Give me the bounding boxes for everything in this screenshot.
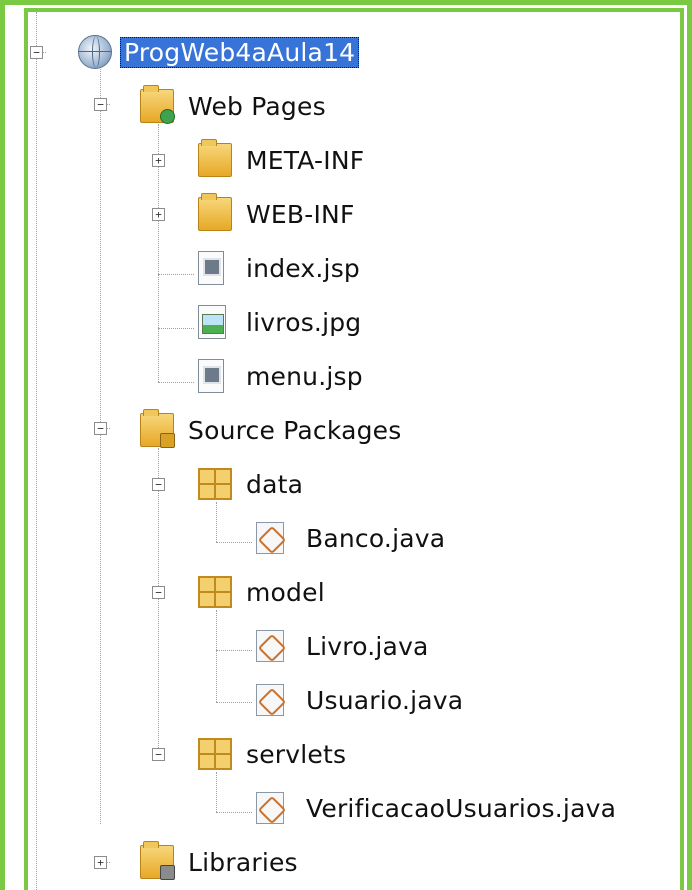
tree-node-menu-jsp[interactable]: menu.jsp [198, 356, 363, 396]
globe-badge-icon [160, 109, 175, 124]
tree-node-label: model [246, 577, 325, 607]
tree-node-label: VerificacaoUsuarios.java [306, 793, 617, 823]
tree-node-livro-java[interactable]: Livro.java [256, 626, 429, 666]
tree-guide-model [216, 610, 217, 702]
tree-connector [158, 328, 194, 329]
tree-node-label: servlets [246, 739, 347, 769]
jsp-file-icon [198, 251, 224, 285]
tree-node-usuario-java[interactable]: Usuario.java [256, 680, 463, 720]
tree-connector [216, 702, 252, 703]
tree-guide-data [216, 502, 217, 542]
tree-connector [158, 274, 194, 275]
tree-node-label: livros.jpg [246, 307, 362, 337]
tree-guide-root [36, 12, 37, 890]
jsp-file-icon [198, 359, 224, 393]
folder-icon [198, 139, 232, 177]
tree-node-web-inf[interactable]: WEB-INF [198, 193, 355, 234]
tree-node-source-packages[interactable]: Source Packages [140, 409, 402, 450]
package-icon [198, 468, 232, 500]
tree-node-label: ProgWeb4aAula14 [120, 36, 360, 68]
web-folder-icon [140, 85, 175, 124]
tree-node-label: Libraries [188, 847, 298, 877]
tree-guide-servlets [216, 772, 217, 812]
collapse-toggle[interactable]: − [152, 478, 165, 491]
tree-node-label: menu.jsp [246, 361, 363, 391]
package-icon [198, 576, 232, 608]
tree-connector [158, 382, 194, 383]
tree-node-label: Web Pages [188, 91, 326, 121]
library-folder-icon [140, 841, 175, 880]
expand-toggle[interactable]: + [152, 154, 165, 167]
tree-node-label: Livro.java [306, 631, 429, 661]
tree-node-label: Banco.java [306, 523, 446, 553]
jar-badge-icon [160, 865, 175, 880]
tree-node-label: index.jsp [246, 253, 360, 283]
tree-node-label: Usuario.java [306, 685, 464, 715]
tree-node-libraries[interactable]: Libraries [140, 841, 298, 882]
package-icon [198, 738, 232, 770]
project-tree: − ProgWeb4aAula14 − Web Pages + META-INF… [24, 8, 684, 890]
image-file-icon [198, 305, 226, 339]
folder-icon [198, 193, 232, 231]
globe-icon [78, 35, 112, 69]
tree-node-web-pages[interactable]: Web Pages [140, 85, 326, 126]
tree-node-label: Source Packages [188, 415, 402, 445]
tree-node-label: META-INF [246, 145, 365, 175]
tree-connector [216, 542, 252, 543]
java-file-icon [256, 684, 284, 716]
tree-node-label: WEB-INF [246, 199, 355, 229]
tree-node-package-data[interactable]: data [198, 464, 303, 504]
java-file-icon [256, 522, 284, 554]
tree-node-index-jsp[interactable]: index.jsp [198, 248, 360, 288]
collapse-toggle[interactable]: − [94, 98, 107, 111]
expand-toggle[interactable]: + [152, 208, 165, 221]
source-folder-icon [140, 409, 175, 448]
tree-node-banco-java[interactable]: Banco.java [256, 518, 445, 558]
tree-node-livros-jpg[interactable]: livros.jpg [198, 302, 361, 342]
tree-connector [216, 650, 252, 651]
collapse-toggle[interactable]: − [152, 586, 165, 599]
tree-node-meta-inf[interactable]: META-INF [198, 139, 365, 180]
tree-node-package-model[interactable]: model [198, 572, 325, 612]
tree-node-label: data [246, 469, 304, 499]
collapse-toggle[interactable]: − [94, 422, 107, 435]
java-file-icon [256, 792, 284, 824]
tree-connector [216, 812, 252, 813]
collapse-toggle[interactable]: − [30, 46, 43, 59]
tree-node-package-servlets[interactable]: servlets [198, 734, 346, 774]
collapse-toggle[interactable]: − [152, 748, 165, 761]
java-file-icon [256, 630, 284, 662]
tree-node-verificacao-java[interactable]: VerificacaoUsuarios.java [256, 788, 616, 828]
tree-guide-project [100, 64, 101, 824]
tree-node-project[interactable]: ProgWeb4aAula14 [78, 32, 360, 72]
expand-toggle[interactable]: + [94, 856, 107, 869]
package-badge-icon [160, 433, 175, 448]
